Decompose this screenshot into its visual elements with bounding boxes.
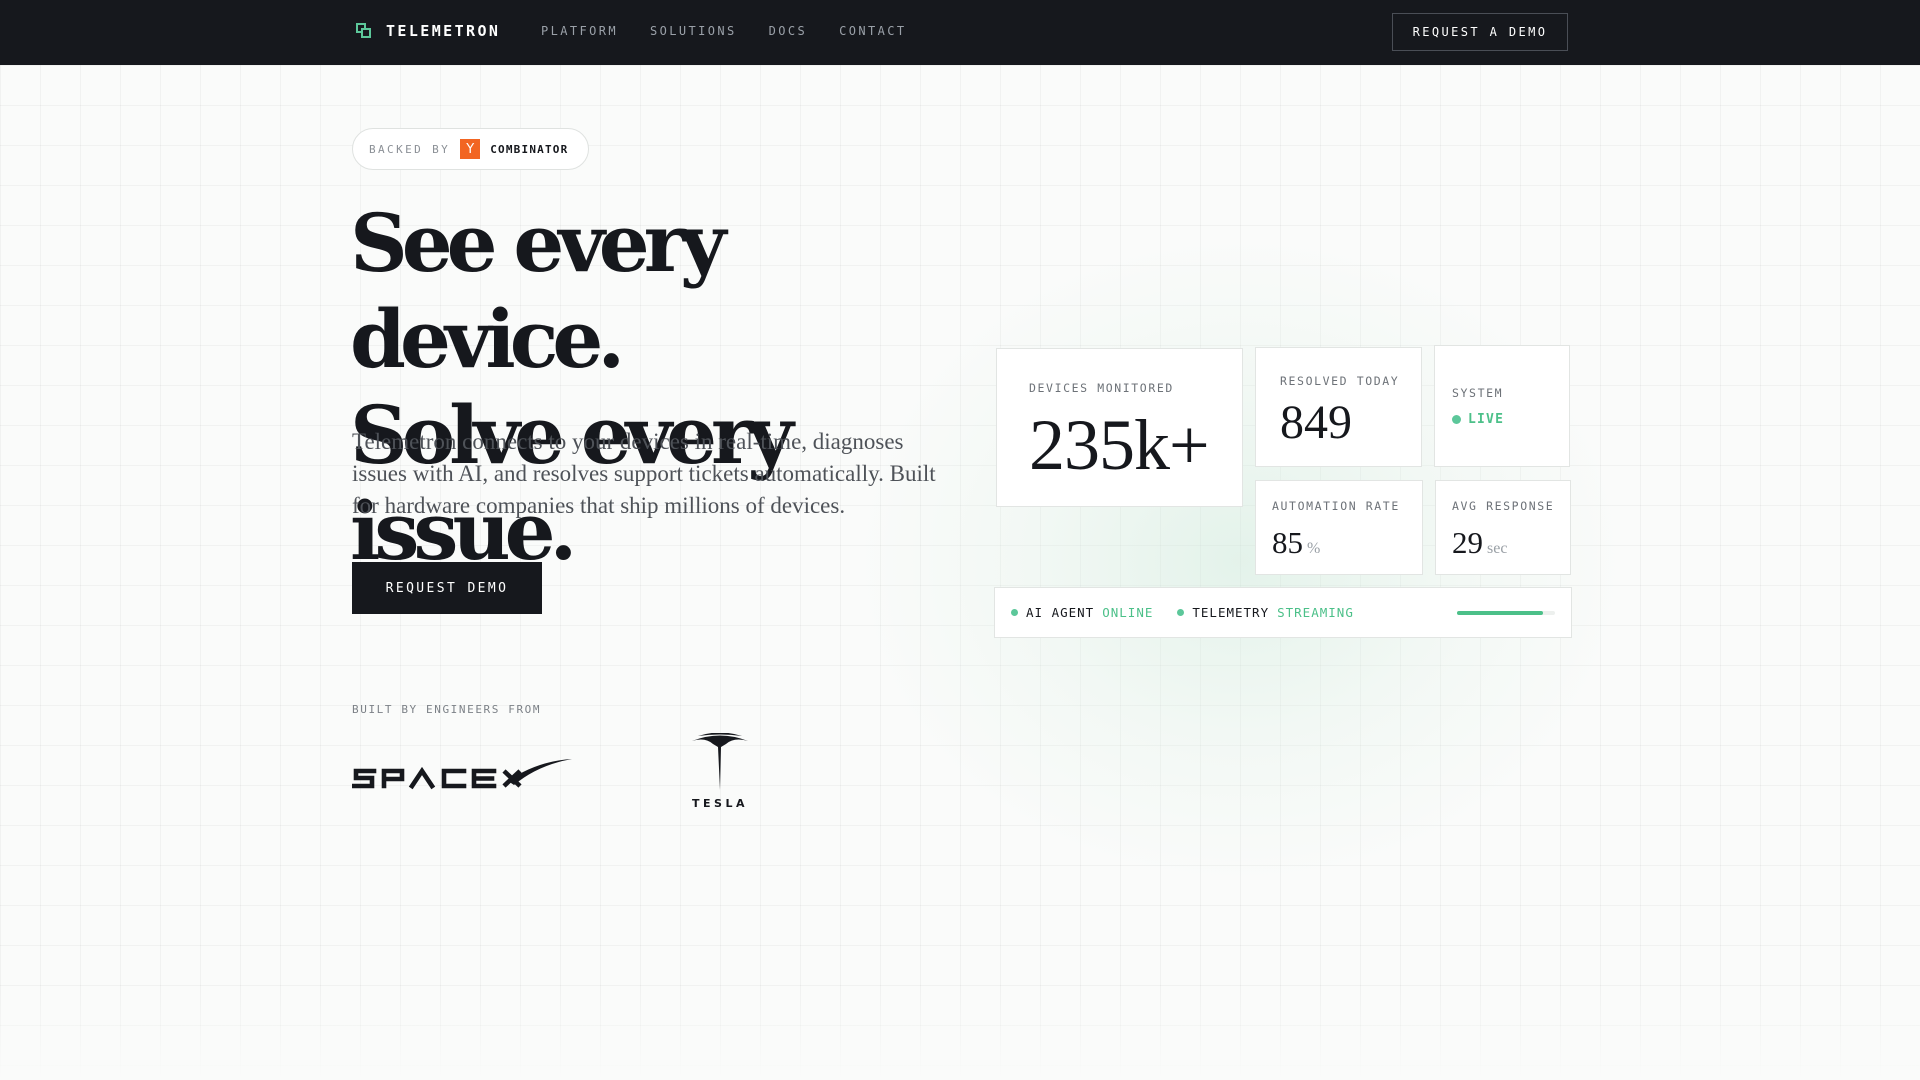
nav-request-demo-button[interactable]: REQUEST A DEMO xyxy=(1392,13,1568,51)
automation-rate-card: AUTOMATION RATE 85% xyxy=(1255,480,1423,575)
telemetry-status: TELEMETRY STREAMING xyxy=(1177,605,1353,620)
backed-by-badge: BACKED BY Y COMBINATOR xyxy=(352,128,589,170)
brand[interactable]: TELEMETRON xyxy=(356,22,500,40)
spacex-logo-icon xyxy=(351,759,572,790)
yc-logo-icon: Y xyxy=(460,139,481,159)
streaming-progress-bar xyxy=(1457,611,1555,615)
system-status-text: LIVE xyxy=(1468,412,1505,427)
ai-agent-dot-icon xyxy=(1011,609,1018,616)
tesla-logo: TESLA xyxy=(688,732,752,810)
tesla-wordmark: TESLA xyxy=(692,797,748,810)
top-navbar: TELEMETRON PLATFORM SOLUTIONS DOCS CONTA… xyxy=(0,0,1920,65)
avg-response-label: AVG RESPONSE xyxy=(1452,499,1555,513)
hero-subtext: Telemetron connects to your devices in r… xyxy=(352,429,936,518)
status-bar: AI AGENT ONLINE TELEMETRY STREAMING xyxy=(994,587,1572,638)
avg-response-card: AVG RESPONSE 29 sec xyxy=(1435,480,1571,575)
nav-link-contact[interactable]: CONTACT xyxy=(839,24,906,38)
tesla-logo-icon xyxy=(692,732,748,790)
telemetry-dot-icon xyxy=(1177,609,1185,616)
spacex-logo xyxy=(351,755,574,795)
built-by-label: BUILT BY ENGINEERS FROM xyxy=(352,703,542,716)
devices-monitored-value: 235k+ xyxy=(1029,405,1210,485)
nav-link-solutions[interactable]: SOLUTIONS xyxy=(650,24,737,38)
badge-brand: COMBINATOR xyxy=(490,142,569,156)
headline-line-1: See every device. xyxy=(350,196,726,386)
system-live-indicator: LIVE xyxy=(1452,412,1569,427)
resolved-today-label: RESOLVED TODAY xyxy=(1280,374,1400,388)
resolved-today-card: RESOLVED TODAY 849 xyxy=(1255,347,1422,467)
automation-rate-value: 85 xyxy=(1272,525,1303,560)
streaming-progress-fill xyxy=(1457,611,1544,615)
brand-name: TELEMETRON xyxy=(386,22,501,40)
avg-response-value: 29 xyxy=(1452,525,1483,560)
devices-monitored-card: DEVICES MONITORED 235k+ xyxy=(996,348,1243,507)
avg-response-value-row: 29 sec xyxy=(1452,525,1570,567)
badge-label: BACKED BY xyxy=(369,142,451,156)
hero-request-demo-button[interactable]: REQUEST DEMO xyxy=(352,562,542,614)
telemetry-state: STREAMING xyxy=(1277,605,1354,620)
devices-monitored-label: DEVICES MONITORED xyxy=(1029,381,1174,395)
live-dot-icon xyxy=(1452,415,1461,424)
telemetry-label: TELEMETRY xyxy=(1192,605,1270,620)
automation-rate-label: AUTOMATION RATE xyxy=(1272,499,1400,513)
nav-links: PLATFORM SOLUTIONS DOCS CONTACT xyxy=(541,24,907,38)
telemetron-logo-icon xyxy=(356,23,372,39)
resolved-today-value: 849 xyxy=(1280,396,1352,449)
ai-agent-state: ONLINE xyxy=(1102,605,1154,620)
nav-link-platform[interactable]: PLATFORM xyxy=(541,24,618,38)
automation-rate-value-row: 85% xyxy=(1272,525,1422,567)
system-label: SYSTEM xyxy=(1452,386,1504,400)
ai-agent-label: AI AGENT xyxy=(1026,605,1095,620)
automation-rate-unit: % xyxy=(1307,540,1321,557)
system-status-card: SYSTEM LIVE xyxy=(1434,345,1570,467)
background-fade xyxy=(0,990,1920,1080)
ai-agent-status: AI AGENT ONLINE xyxy=(1011,605,1153,620)
avg-response-unit: sec xyxy=(1487,540,1508,557)
nav-link-docs[interactable]: DOCS xyxy=(769,24,808,38)
